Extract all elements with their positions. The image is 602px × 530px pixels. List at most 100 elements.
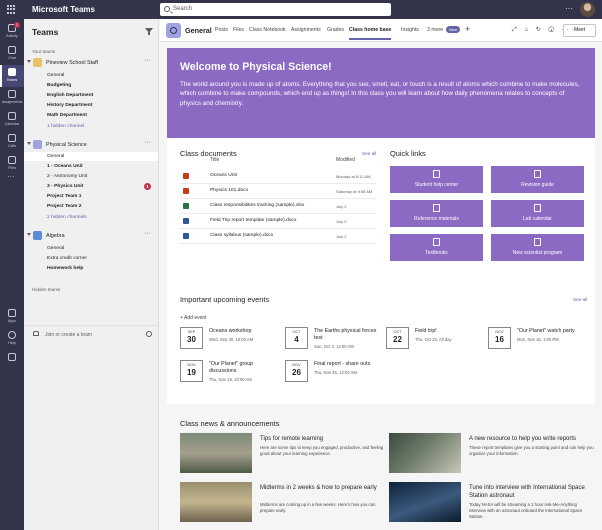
- hidden-teams-label[interactable]: Hidden teams: [32, 287, 60, 292]
- event-date: SEP 30: [180, 327, 203, 349]
- event-item[interactable]: OCT 22 Field trip! Thu, Oct 22, All day: [386, 327, 486, 357]
- rail-help[interactable]: Help: [0, 328, 24, 350]
- hidden-channels-link[interactable]: 2 hidden channels: [47, 213, 157, 222]
- add-tab-icon[interactable]: +: [465, 24, 470, 34]
- quick-link-textbooks[interactable]: Textbooks: [390, 234, 483, 261]
- tab-more[interactable]: 3 more: [427, 27, 443, 33]
- rail-calls[interactable]: Calls: [0, 131, 24, 153]
- channel-item[interactable]: General: [47, 244, 157, 253]
- quick-link-reference-materials[interactable]: Reference materials: [390, 200, 483, 227]
- event-title: The Earths physical forces test: [314, 328, 377, 341]
- powerpoint-icon: [183, 173, 189, 179]
- mention-badge: 1: [144, 183, 151, 190]
- event-datetime: Mon, Nov 16, 1:00 PM: [517, 337, 559, 342]
- new-badge: New: [446, 26, 460, 33]
- event-date: NOV 16: [488, 327, 511, 349]
- hidden-channels-link[interactable]: 1 hidden channel: [47, 122, 157, 131]
- channel-item[interactable]: 1 - Oceans Unit: [47, 162, 157, 171]
- rail-chat[interactable]: Chat: [0, 43, 24, 65]
- quick-links-title: Quick links: [390, 149, 426, 158]
- team-physical-science[interactable]: Physical Science ···: [24, 139, 158, 150]
- tab-class-notebook[interactable]: Class Notebook: [249, 27, 286, 33]
- channel-item[interactable]: History Department: [47, 101, 157, 110]
- channel-item[interactable]: Math Department: [47, 111, 157, 120]
- events-see-all-link[interactable]: See all: [573, 297, 587, 302]
- documents-see-all-link[interactable]: See all: [362, 151, 376, 156]
- channel-item-selected[interactable]: General: [24, 152, 158, 161]
- search-input[interactable]: Search: [160, 3, 391, 16]
- document-icon: [534, 170, 541, 178]
- channel-item[interactable]: Extra credit corner: [47, 254, 157, 263]
- team-more-icon[interactable]: ···: [144, 57, 151, 64]
- rail-calendar[interactable]: Calendar: [0, 109, 24, 131]
- document-row[interactable]: Physics 101.docx Saturday at 9:58 AM: [180, 184, 376, 199]
- channel-title: General: [185, 26, 212, 35]
- event-item[interactable]: OCT 4 The Earths physical forces test Sun…: [285, 327, 385, 357]
- channel-item[interactable]: Budgeting: [47, 81, 157, 90]
- rail-teams[interactable]: Teams: [0, 65, 24, 87]
- event-item[interactable]: NOV 19 "Our Planet" group discussions Thu…: [180, 360, 280, 390]
- event-item[interactable]: NOV 26 Final report - share outs Thu, Nov…: [285, 360, 385, 390]
- tab-assignments[interactable]: Assignments: [291, 27, 321, 33]
- rail-assignments[interactable]: Assignments: [0, 87, 24, 109]
- channel-header: General Posts Files Class Notebook Assig…: [160, 19, 602, 42]
- search-icon: [164, 6, 170, 12]
- quick-link-revision-guide[interactable]: Revision guide: [491, 166, 584, 193]
- document-row[interactable]: Field Trip report template (sample).docx…: [180, 214, 376, 229]
- channel-item[interactable]: 3 - Physics Unit 1: [47, 182, 157, 191]
- welcome-banner: Welcome to Physical Science! The world a…: [167, 48, 595, 138]
- event-title: "Our Planet" group discussions: [209, 361, 254, 374]
- team-more-icon[interactable]: ···: [144, 139, 151, 146]
- quick-link-new-scientist-program[interactable]: New scientist program: [491, 234, 584, 261]
- user-avatar[interactable]: [580, 2, 595, 17]
- news-item[interactable]: Tips for remote learning Here are some t…: [180, 433, 388, 477]
- rail-more-icon[interactable]: ···: [7, 172, 15, 181]
- rail-activity[interactable]: 1 Activity: [0, 21, 24, 43]
- event-item[interactable]: SEP 30 Oceans workshop Wed, Sep 30, 10:00…: [180, 327, 280, 357]
- quick-link-student-help-center[interactable]: Student help center: [390, 166, 483, 193]
- rail-download[interactable]: [0, 350, 24, 372]
- event-datetime: Thu, Oct 22, All day: [415, 337, 452, 342]
- news-item[interactable]: Midterms in 2 weeks & how to prepare ear…: [180, 482, 388, 526]
- gear-icon[interactable]: [146, 331, 152, 337]
- tab-class-home-base[interactable]: Class home base: [349, 27, 392, 40]
- news-item[interactable]: A new resource to help you write reports…: [389, 433, 597, 477]
- news-section: Class news & announcements Tips for remo…: [167, 404, 595, 530]
- team-logo: [33, 231, 42, 240]
- team-more-icon[interactable]: ···: [144, 230, 151, 237]
- channel-item[interactable]: 2 - Astronomy Unit: [47, 172, 157, 181]
- tab-files[interactable]: Files: [233, 27, 244, 33]
- channel-item[interactable]: Project Team 1: [47, 192, 157, 201]
- meet-button[interactable]: Meet: [563, 24, 596, 37]
- news-image-pencils: [180, 433, 252, 473]
- tab-posts[interactable]: Posts: [215, 27, 228, 33]
- teams-panel-title: Teams: [32, 27, 59, 37]
- document-row[interactable]: Class responsibilities tracking (sample)…: [180, 199, 376, 214]
- team-logo: [33, 140, 42, 149]
- channel-item[interactable]: Homework help: [47, 264, 157, 273]
- tab-insights[interactable]: Insights: [401, 27, 419, 33]
- col-modified: Modified: [336, 157, 355, 163]
- event-title: Field trip!: [415, 328, 437, 334]
- app-rail: 1 Activity Chat Teams Assignments Calend…: [0, 19, 24, 530]
- channel-item[interactable]: General: [47, 71, 157, 80]
- news-title: Class news & announcements: [180, 419, 280, 428]
- more-options-button[interactable]: ···: [565, 4, 573, 13]
- channel-item[interactable]: Project Team 2: [47, 202, 157, 211]
- team-algebra[interactable]: Algebra ···: [24, 230, 158, 241]
- apps-icon: [8, 309, 16, 317]
- rail-apps[interactable]: Apps: [0, 306, 24, 328]
- news-item[interactable]: Tune into interview with International S…: [389, 482, 597, 526]
- channel-item[interactable]: English Department: [47, 91, 157, 100]
- team-pineview-school-staff[interactable]: Pineview School Staff ···: [24, 57, 158, 68]
- document-row[interactable]: Class syllabus (sample).docx July 2: [180, 229, 376, 244]
- quick-link-lab-calendar[interactable]: Lab calendar: [491, 200, 584, 227]
- join-or-create-team[interactable]: Join or create a team: [24, 325, 158, 343]
- filter-icon[interactable]: [145, 28, 153, 35]
- event-item[interactable]: NOV 16 "Our Planet" watch party Mon, Nov …: [488, 327, 588, 357]
- title-bar: Microsoft Teams Search ···: [0, 0, 602, 19]
- add-event-button[interactable]: + Add event: [180, 315, 207, 321]
- app-launcher-icon[interactable]: [7, 5, 16, 14]
- tab-grades[interactable]: Grades: [327, 27, 344, 33]
- document-row[interactable]: Oceans Unit Monday at 8:12 AM: [180, 169, 376, 184]
